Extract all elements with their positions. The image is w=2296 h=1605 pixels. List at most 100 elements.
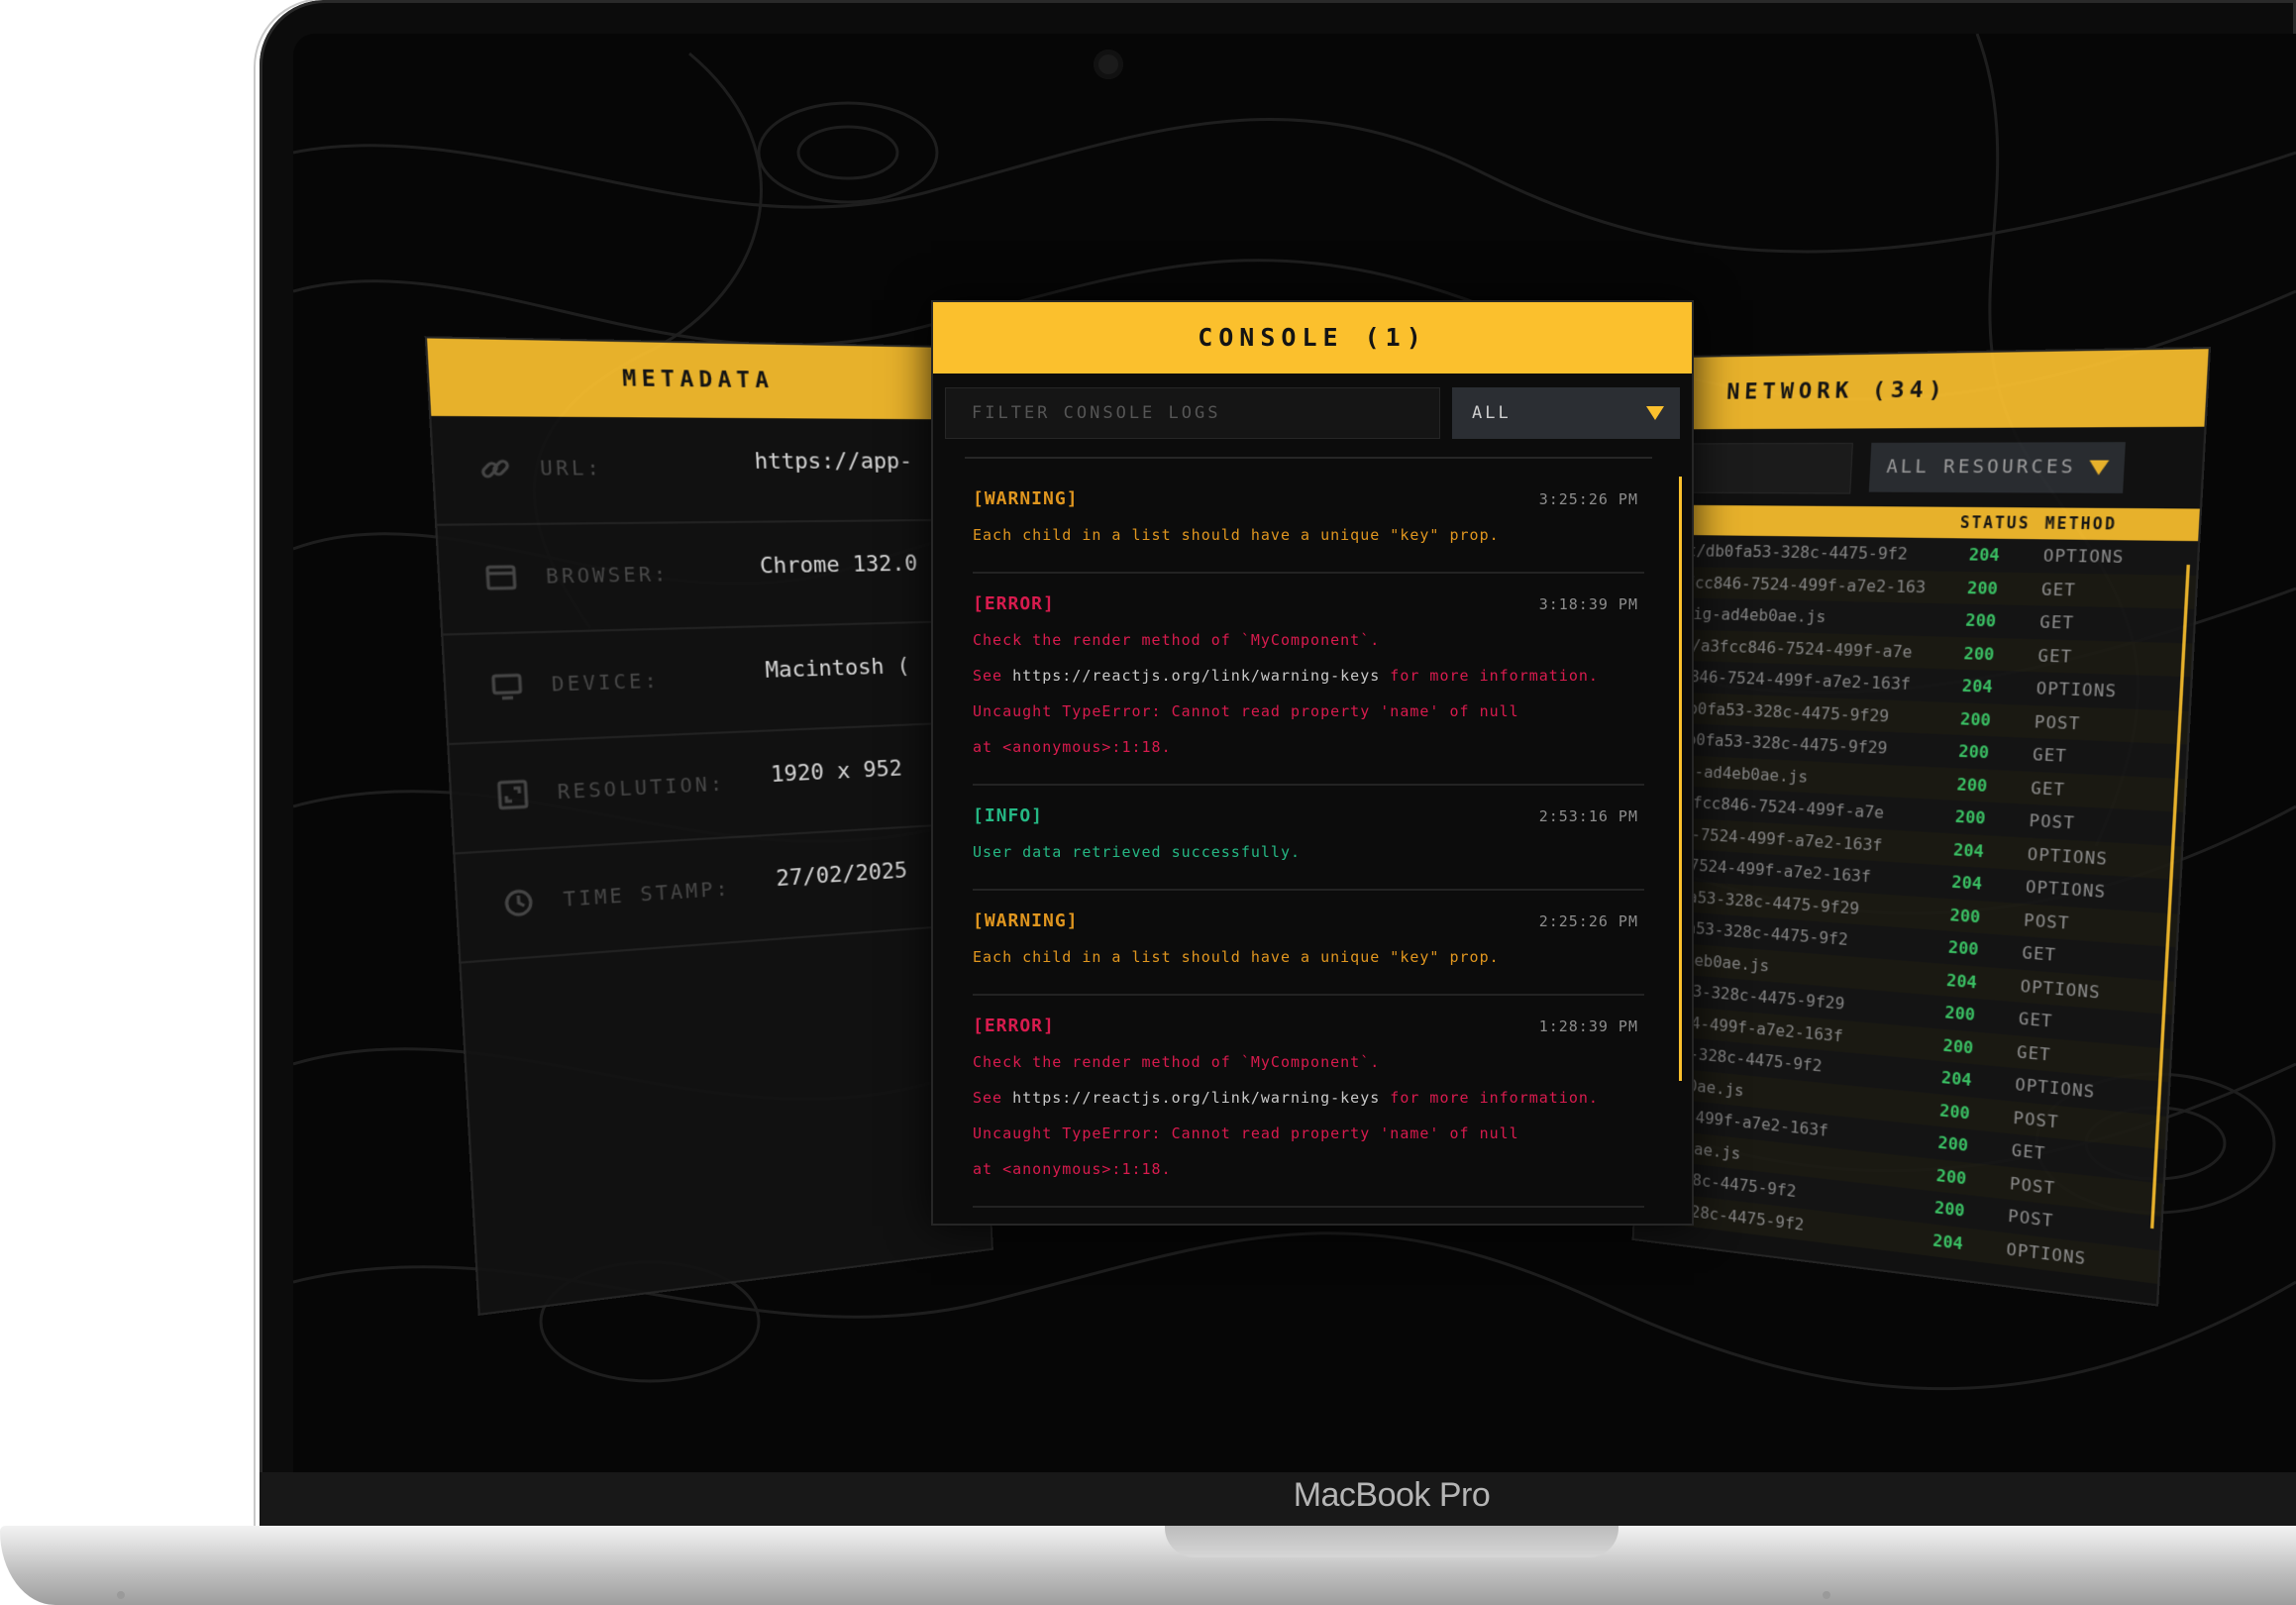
resource-type-select[interactable]: ALL RESOURCES <box>1868 442 2126 493</box>
status-code: 204 <box>1940 1067 1973 1091</box>
log-message: User data retrieved successfully. <box>973 843 1302 861</box>
status-code: 200 <box>1942 1034 1974 1058</box>
log-level-select[interactable]: ALL <box>1452 387 1680 439</box>
log-message: Check the render method of `MyComponent`… <box>973 631 1381 649</box>
console-entry: [INFO]1:12:16 PM <box>973 1206 1644 1224</box>
docs-link[interactable]: https://reactjs.org/link/warning-keys <box>1012 667 1380 685</box>
status-code: 200 <box>1954 806 1987 828</box>
request-method: POST <box>2007 1206 2054 1231</box>
request-url: fcc846-7524-499f-a7e2-163f <box>1661 666 1912 695</box>
request-method: GET <box>2032 744 2068 767</box>
request-method: GET <box>2038 611 2075 633</box>
metadata-row-url: URL: https://app- <box>431 415 955 526</box>
request-method: GET <box>2040 579 2077 600</box>
request-method: OPTIONS <box>2014 1074 2096 1103</box>
request-method: POST <box>2013 1107 2060 1132</box>
resize-icon <box>495 778 530 811</box>
log-level-badge: [INFO] <box>973 805 1044 826</box>
link-icon <box>477 453 512 484</box>
brand-label: MacBook Pro <box>1293 1476 1491 1514</box>
request-method: OPTIONS <box>2020 975 2102 1003</box>
log-timestamp: 2:53:16 PM <box>1538 807 1638 825</box>
request-url: ect/a3fcc846-7524-499f-a7e <box>1663 634 1914 662</box>
network-toolbar: ALL RESOURCES <box>1652 427 2204 509</box>
log-timestamp: 2:25:26 PM <box>1538 912 1638 930</box>
metadata-value: 27/02/2025 <box>775 858 908 893</box>
request-method: OPTIONS <box>2025 876 2107 903</box>
console-log-list: [WARNING] 3:25:26 PM Each child in a list … <box>933 457 1692 1224</box>
console-filter-input[interactable] <box>945 387 1440 439</box>
status-code: 200 <box>1937 1132 1969 1156</box>
chevron-down-icon <box>1646 406 1664 420</box>
status-code: 204 <box>1952 839 1985 861</box>
console-entry: [WARNING] 2:25:26 PM Each child in a list … <box>973 889 1644 996</box>
log-level-badge: [ERROR] <box>973 1016 1055 1036</box>
metadata-label: BROWSER: <box>545 563 670 588</box>
laptop-notch <box>1165 1526 1618 1557</box>
request-method: OPTIONS <box>2035 678 2118 701</box>
console-entry: [ERROR] 3:18:39 PM Check the render method… <box>973 572 1644 786</box>
log-timestamp: 3:25:26 PM <box>1538 490 1638 508</box>
request-method: OPTIONS <box>2042 545 2126 568</box>
request-method: POST <box>2029 810 2076 833</box>
log-timestamp: 1:28:39 PM <box>1538 1017 1638 1035</box>
status-code: 204 <box>1968 544 2001 566</box>
device-icon <box>489 670 524 702</box>
log-message: at <anonymous>:1:18. <box>973 1160 1172 1178</box>
request-method: GET <box>2011 1139 2046 1164</box>
request-method: GET <box>2030 777 2066 800</box>
request-url: ket/db0fa53-328c-4475-9f2 <box>1668 540 1909 564</box>
metadata-label: URL: <box>539 457 603 481</box>
metadata-label: TIME STAMP: <box>563 877 732 912</box>
chevron-down-icon <box>2088 460 2110 476</box>
request-method: OPTIONS <box>2027 843 2109 869</box>
log-message: Uncaught TypeError: Cannot read property… <box>973 702 1519 720</box>
status-code: 200 <box>1957 741 1990 763</box>
request-method: POST <box>2023 910 2070 933</box>
log-message: Uncaught TypeError: Cannot read property… <box>973 1124 1519 1142</box>
log-message: See https://reactjs.org/link/warning-key… <box>973 1089 1599 1107</box>
clock-icon <box>501 886 536 919</box>
status-code: 200 <box>1966 577 1999 598</box>
browser-icon <box>483 562 518 594</box>
status-code: 200 <box>1963 643 1995 664</box>
log-timestamp: 3:18:39 PM <box>1538 595 1638 613</box>
log-message: See https://reactjs.org/link/warning-key… <box>973 667 1599 685</box>
metadata-panel: METADATA URL: https://app- BROWSER: Chro… <box>424 336 993 1316</box>
metadata-value: Chrome 132.0 <box>759 551 918 580</box>
laptop-foot <box>1823 1591 1830 1599</box>
console-toolbar: ALL <box>933 374 1692 457</box>
status-code: 204 <box>1931 1230 1964 1253</box>
status-code: 200 <box>1947 936 1980 960</box>
metadata-value: 1920 x 952 <box>770 756 903 789</box>
request-url: a3fcc846-7524-499f-a7e2-163 <box>1666 572 1927 596</box>
request-url: onfig-ad4eb0ae.js <box>1664 603 1826 627</box>
metadata-label: RESOLUTION: <box>557 772 726 804</box>
docs-link[interactable]: https://reactjs.org/link/warning-keys <box>1012 1089 1380 1107</box>
status-column-header[interactable]: STATUS <box>1959 513 2031 533</box>
metadata-value: Macintosh ( <box>764 653 911 685</box>
status-code: 200 <box>1943 1002 1976 1025</box>
laptop-base <box>0 1526 2296 1605</box>
console-scrollbar[interactable] <box>1679 477 1682 1081</box>
method-column-header[interactable]: METHOD <box>2044 514 2118 534</box>
console-title: CONSOLE (1) <box>933 302 1692 374</box>
request-method: POST <box>2034 710 2081 734</box>
status-code: 200 <box>1964 609 1997 631</box>
log-level-badge: [ERROR] <box>973 593 1055 614</box>
status-code: 200 <box>1949 905 1981 927</box>
divider <box>965 457 1652 459</box>
request-method: OPTIONS <box>2005 1238 2087 1268</box>
request-method: GET <box>2018 1008 2053 1031</box>
request-method: GET <box>2036 645 2073 667</box>
resource-type-value: ALL RESOURCES <box>1886 456 2077 479</box>
status-code: 200 <box>1956 774 1988 796</box>
log-level-value: ALL <box>1472 403 1512 423</box>
log-message: Each child in a list should have a uniqu… <box>973 526 1500 544</box>
network-table-body: ket/db0fa53-328c-4475-9f2 204 OPTIONS a3fcc… <box>1634 534 2199 1284</box>
network-title: NETWORK (34) <box>1674 349 2209 430</box>
metadata-value: https://app- <box>753 449 913 476</box>
request-method: GET <box>2021 942 2057 966</box>
network-panel: NETWORK (34) ALL RESOURCES STATUS METHOD… <box>1631 346 2212 1307</box>
status-code: 204 <box>1945 969 1978 993</box>
